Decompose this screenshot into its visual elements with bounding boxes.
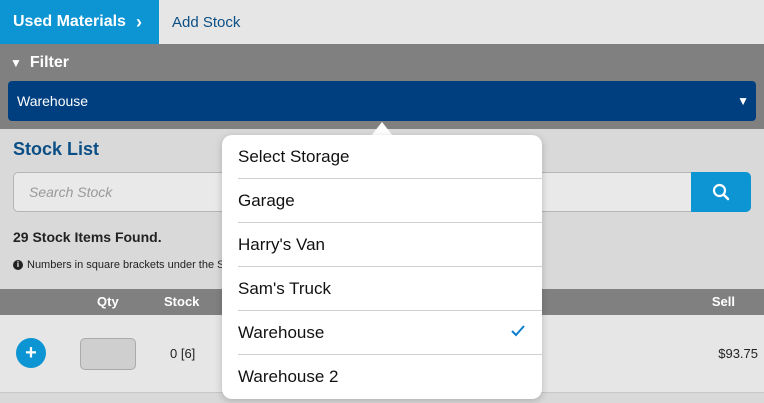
info-icon: i xyxy=(13,260,23,270)
header-sell: Sell xyxy=(711,294,735,309)
search-button[interactable] xyxy=(691,172,751,212)
storage-option-selected[interactable]: Warehouse xyxy=(238,311,542,355)
dropdown-arrow-icon: ▼ xyxy=(737,94,749,108)
tab-used-materials[interactable]: Used Materials › xyxy=(0,0,159,44)
storage-select-value: Warehouse xyxy=(17,93,89,109)
storage-popover: Select Storage Garage Harry's Van Sam's … xyxy=(222,135,542,399)
quantity-input[interactable] xyxy=(80,338,136,370)
info-note-text: Numbers in square brackets under the S xyxy=(27,259,225,271)
tab-used-materials-label: Used Materials xyxy=(13,13,126,30)
storage-option[interactable]: Sam's Truck xyxy=(238,267,542,311)
storage-option-label: Select Storage xyxy=(238,146,350,166)
storage-option-label: Warehouse xyxy=(238,322,325,342)
plus-icon: + xyxy=(25,341,37,364)
header-stock: Stock xyxy=(164,294,200,309)
sell-value: $93.75 xyxy=(718,346,758,361)
chevron-right-icon: › xyxy=(135,11,142,32)
add-item-button[interactable]: + xyxy=(16,338,46,368)
filter-section: ▼ Filter Warehouse ▼ xyxy=(0,44,764,129)
search-icon xyxy=(712,183,730,201)
stock-value: 0 [6] xyxy=(170,346,196,361)
storage-option[interactable]: Harry's Van xyxy=(238,223,542,267)
storage-select[interactable]: Warehouse ▼ xyxy=(8,81,756,121)
stock-count: 29 Stock Items Found. xyxy=(13,229,162,245)
tab-add-stock[interactable]: Add Stock xyxy=(172,0,240,44)
filter-toggle[interactable]: ▼ Filter xyxy=(10,54,69,72)
checkmark-icon xyxy=(511,325,525,337)
storage-option-label: Harry's Van xyxy=(238,234,326,254)
stock-list-title: Stock List xyxy=(13,139,100,159)
storage-option[interactable]: Select Storage xyxy=(238,135,542,179)
popover-arrow xyxy=(371,122,393,136)
storage-option[interactable]: Warehouse 2 xyxy=(238,355,542,399)
header-qty: Qty xyxy=(97,294,119,309)
info-note: i Numbers in square brackets under the S xyxy=(13,259,225,271)
filter-title: Filter xyxy=(29,54,70,71)
storage-option-label: Garage xyxy=(238,190,295,210)
top-tab-bar: Used Materials › Add Stock xyxy=(0,0,764,44)
search-placeholder: Search Stock xyxy=(29,184,113,200)
storage-option-label: Sam's Truck xyxy=(238,278,331,298)
storage-option[interactable]: Garage xyxy=(238,179,542,223)
triangle-down-icon: ▼ xyxy=(10,56,22,70)
storage-option-label: Warehouse 2 xyxy=(238,367,339,386)
